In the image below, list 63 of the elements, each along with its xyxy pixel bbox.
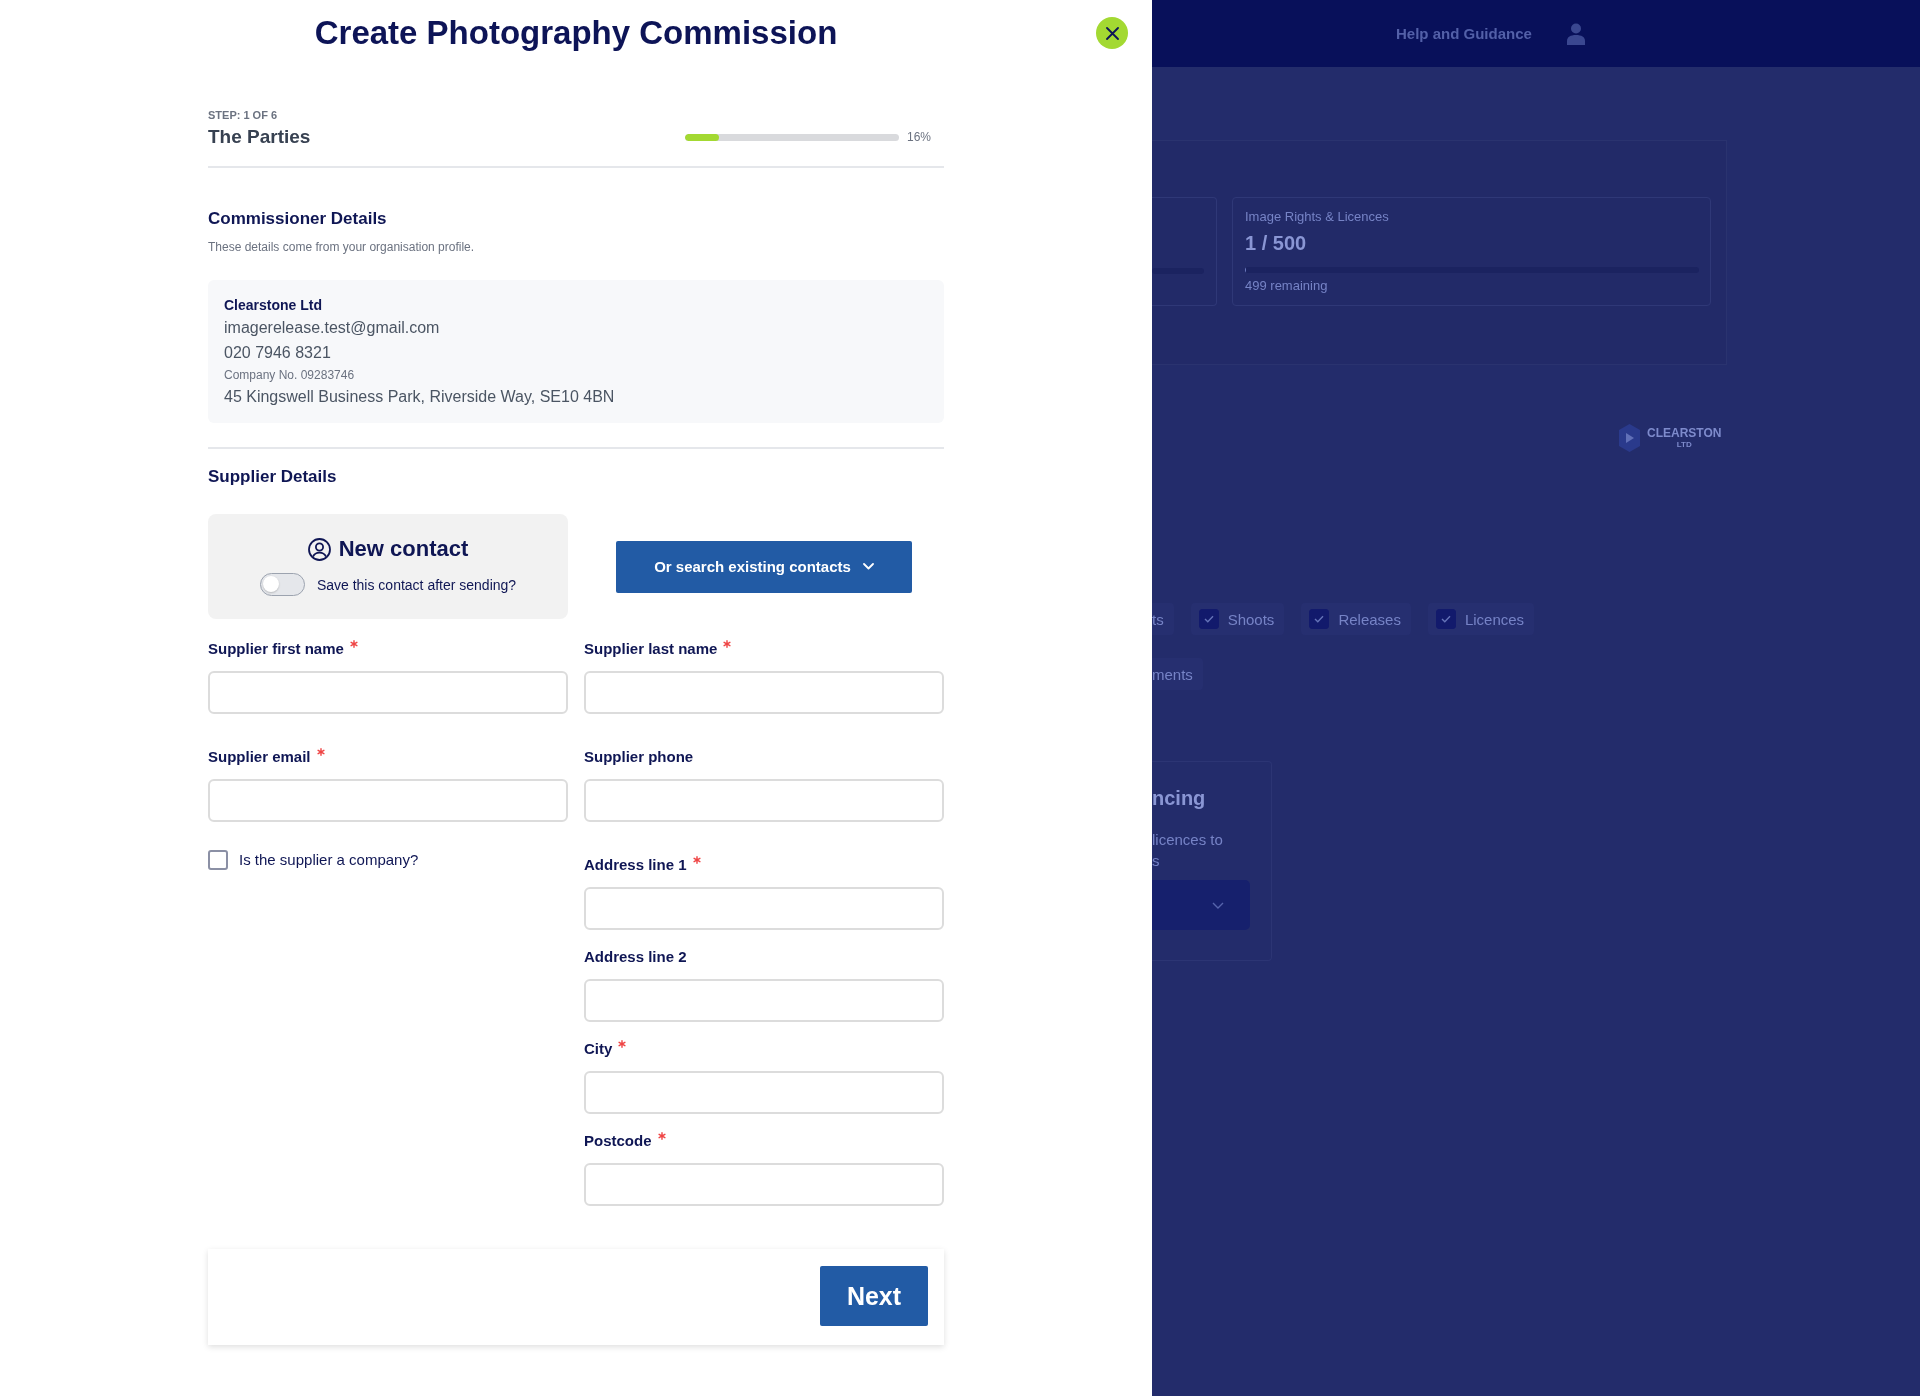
field-label: Postcode xyxy=(584,1131,652,1151)
close-icon xyxy=(1105,26,1119,40)
text-input[interactable] xyxy=(584,1071,944,1114)
text-input[interactable] xyxy=(584,887,944,930)
filter-chip[interactable]: Shoots xyxy=(1190,603,1285,635)
user-icon[interactable] xyxy=(1566,22,1585,45)
text-input[interactable] xyxy=(584,979,944,1022)
company-email: imagerelease.test@gmail.com xyxy=(224,318,440,338)
usage-count: 1 / 500 xyxy=(1245,231,1307,256)
dialog-title: Create Photography Commission xyxy=(314,13,838,53)
filter-chip[interactable]: Releases xyxy=(1301,603,1411,635)
chip-checkbox[interactable] xyxy=(1435,609,1456,629)
chevron-down-icon xyxy=(862,563,874,570)
user-circle-icon xyxy=(307,537,331,561)
company-checkbox[interactable] xyxy=(208,850,228,870)
field-label: Supplier last name xyxy=(584,639,718,659)
company-number: Company No. 09283746 xyxy=(224,367,355,384)
card-text: s xyxy=(1152,851,1160,871)
field-label: City xyxy=(584,1039,613,1059)
filter-chip[interactable]: Licences xyxy=(1427,603,1535,635)
company-address: 45 Kingswell Business Park, Riverside Way, SE10 4BN xyxy=(224,387,615,407)
field-label: Supplier phone xyxy=(584,747,694,767)
hexagon-logo-icon xyxy=(1619,424,1640,452)
field-label: Address line 2 xyxy=(584,947,687,967)
company-phone: 020 7946 8321 xyxy=(224,343,331,363)
usage-remaining: 499 remaining xyxy=(1245,277,1328,295)
progress-percent: 16% xyxy=(906,129,931,145)
logo-text: CLEARSTON xyxy=(1647,426,1722,440)
section-heading: Supplier Details xyxy=(208,466,338,488)
filter-chip[interactable]: ts xyxy=(1152,603,1174,635)
next-button[interactable]: Next xyxy=(820,1266,928,1326)
chevron-down-icon xyxy=(1212,901,1224,909)
field-label: Address line 1 xyxy=(584,855,687,875)
section-heading: Commissioner Details xyxy=(208,208,388,230)
text-input[interactable] xyxy=(584,779,944,822)
field-label: Supplier email xyxy=(208,747,311,767)
search-contacts-button[interactable]: Or search existing contacts xyxy=(616,540,912,593)
filter-chip[interactable]: ments xyxy=(1152,658,1203,690)
save-contact-toggle[interactable] xyxy=(259,573,305,596)
section-description: These details come from your organisation profile. xyxy=(208,239,476,255)
card-text: licences to xyxy=(1152,830,1223,850)
card-heading: ncing xyxy=(1152,786,1206,811)
text-input[interactable] xyxy=(584,671,944,714)
text-input[interactable] xyxy=(208,779,568,822)
check-icon xyxy=(1440,615,1451,623)
chip-checkbox[interactable] xyxy=(1198,609,1219,629)
dropdown-button[interactable] xyxy=(1152,880,1250,930)
field-label: Supplier first name xyxy=(208,639,344,659)
step-title: The Parties xyxy=(208,125,311,149)
company-name: Clearstone Ltd xyxy=(224,296,322,315)
close-button[interactable] xyxy=(1096,17,1128,49)
usage-title: Image Rights & Licences xyxy=(1245,208,1389,226)
new-contact-title: New contact xyxy=(338,535,469,563)
text-input[interactable] xyxy=(584,1163,944,1206)
toggle-label: Save this contact after sending? xyxy=(316,575,517,595)
step-counter: STEP: 1 OF 6 xyxy=(208,108,278,122)
check-icon xyxy=(1314,615,1325,623)
chip-checkbox[interactable] xyxy=(1309,609,1330,629)
logo-suffix: LTD xyxy=(1676,440,1692,450)
checkbox-label: Is the supplier a company? xyxy=(239,850,419,870)
help-link[interactable]: Help and Guidance xyxy=(1396,23,1532,44)
text-input[interactable] xyxy=(208,671,568,714)
check-icon xyxy=(1203,615,1214,623)
